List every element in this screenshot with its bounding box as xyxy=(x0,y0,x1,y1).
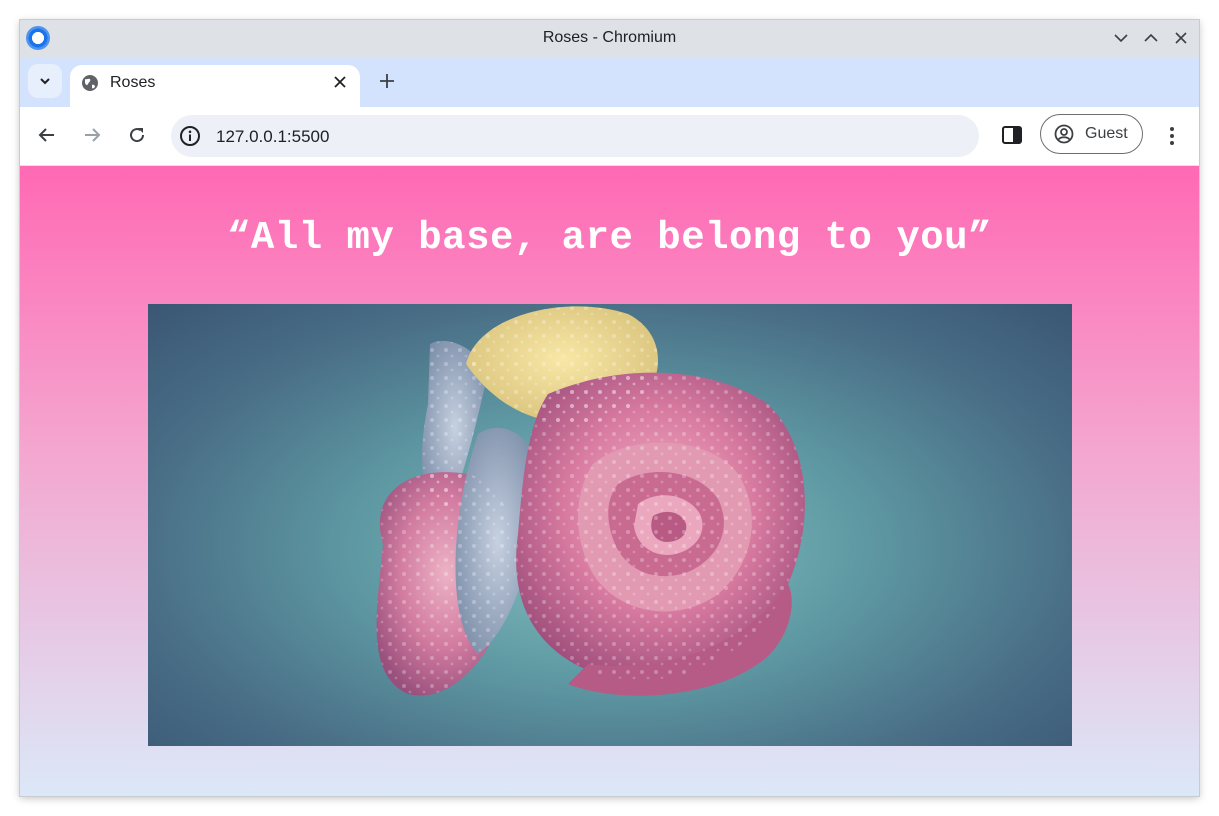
browser-window: Roses - Chromium Roses 127.0.0.1:5500 Gu… xyxy=(20,20,1199,796)
tab-search-button[interactable] xyxy=(28,64,62,98)
forward-button[interactable] xyxy=(77,120,107,150)
tab-close-button[interactable] xyxy=(328,70,352,94)
maximize-button[interactable] xyxy=(1140,27,1162,49)
title-bar: Roses - Chromium xyxy=(20,20,1199,57)
tab-strip: Roses xyxy=(20,57,1199,107)
page-headline: “All my base, are belong to you” xyxy=(227,216,992,260)
page-viewport: “All my base, are belong to you” xyxy=(20,166,1199,796)
toolbar: 127.0.0.1:5500 Guest xyxy=(20,107,1199,166)
tab-title: Roses xyxy=(110,74,156,91)
close-icon xyxy=(334,76,346,88)
new-tab-button[interactable] xyxy=(372,66,402,96)
reload-icon xyxy=(130,128,145,143)
rose-illustration xyxy=(376,306,805,696)
info-icon[interactable] xyxy=(179,125,201,147)
close-icon xyxy=(1175,32,1187,44)
kebab-menu-icon xyxy=(1170,127,1174,145)
plus-icon xyxy=(380,74,394,88)
arrow-left-icon xyxy=(38,128,54,142)
tab-roses[interactable]: Roses xyxy=(70,65,360,107)
chevron-down-icon xyxy=(40,78,50,85)
close-window-button[interactable] xyxy=(1170,27,1192,49)
profile-label: Guest xyxy=(1085,125,1128,142)
chevron-down-icon xyxy=(1114,34,1128,43)
account-circle-icon xyxy=(1054,124,1074,144)
address-bar[interactable]: 127.0.0.1:5500 xyxy=(171,115,979,157)
side-panel-icon[interactable] xyxy=(1000,123,1024,147)
minimize-button[interactable] xyxy=(1110,27,1132,49)
profile-button[interactable]: Guest xyxy=(1040,114,1143,154)
window-title: Roses - Chromium xyxy=(542,29,677,46)
back-button[interactable] xyxy=(32,120,62,150)
globe-icon xyxy=(82,75,98,91)
menu-button[interactable] xyxy=(1160,122,1184,150)
reload-button[interactable] xyxy=(122,120,152,150)
rose-image xyxy=(148,304,1072,746)
url-text[interactable]: 127.0.0.1:5500 xyxy=(216,127,329,147)
chevron-up-icon xyxy=(1144,33,1158,42)
arrow-right-icon xyxy=(85,128,101,142)
